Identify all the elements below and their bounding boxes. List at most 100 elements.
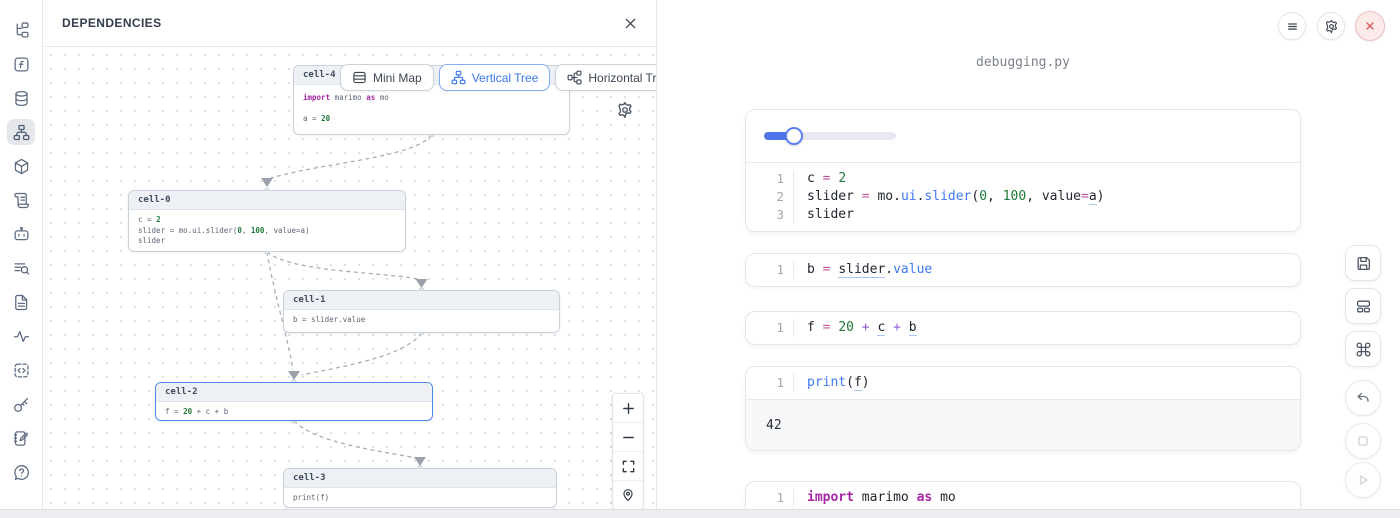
view-button-label: Mini Map [373,71,422,85]
close-icon [1363,19,1377,33]
chat-bot-icon [13,226,30,243]
node-title: cell-2 [156,383,432,402]
node-code: b = slider.value [284,310,559,331]
sidebar-item-scroll[interactable] [7,187,35,213]
code-editor[interactable]: 1b = slider.value [746,254,1300,286]
notebook-cell: 1b = slider.value [745,253,1301,287]
graph-settings-gear-icon[interactable] [616,101,634,119]
dependency-graph-icon [13,124,30,141]
line-number: 1 [746,489,794,507]
sidebar-item-help-chat[interactable] [7,459,35,485]
zoom-out-button[interactable] [613,423,643,452]
node-title: cell-3 [284,469,556,488]
graph-node-cell-0[interactable]: cell-0c = 2slider = mo.ui.slider(0, 100,… [128,190,406,252]
sidebar-item-key[interactable] [7,391,35,417]
panel-title: DEPENDENCIES [62,16,162,30]
help-chat-icon [13,464,30,481]
dependency-graph-canvas[interactable]: cell-4import marimo as moa = 20cell-0c =… [44,48,656,510]
save-button[interactable] [1345,245,1381,281]
snippet-icon [13,362,30,379]
view-button-label: Vertical Tree [472,71,539,85]
filename: debugging.py [745,55,1301,70]
code-line[interactable]: slider [794,206,854,224]
database-icon [13,90,30,107]
notebook-pen-icon [13,430,30,447]
view-button-vertical-tree[interactable]: Vertical Tree [439,64,551,91]
notebook-cell: 1f = 20 + c + b [745,311,1301,345]
code-line[interactable]: f = 20 + c + b [794,319,917,337]
code-line[interactable]: c = 2 [794,170,846,188]
save-icon [1355,255,1372,272]
sidebar-item-list-search[interactable] [7,255,35,281]
sidebar-item-snippet[interactable] [7,357,35,383]
undo-button[interactable] [1345,380,1381,416]
close-icon[interactable] [623,16,638,31]
zoom-in-button[interactable] [613,394,643,423]
graph-node-cell-1[interactable]: cell-1b = slider.value [283,290,560,333]
notebook-settings-button[interactable] [1317,12,1345,40]
slider-thumb[interactable] [785,127,803,145]
fit-view-button[interactable] [613,452,643,481]
activity-icon [13,328,30,345]
graph-node-cell-2[interactable]: cell-2f = 20 + c + b [155,382,433,421]
sidebar-item-function[interactable] [7,51,35,77]
view-button-label: Horizontal Tree [588,71,656,85]
sidebar-item-activity[interactable] [7,323,35,349]
sidebar-item-notebook-pen[interactable] [7,425,35,451]
undo-icon [1355,390,1371,406]
node-title: cell-0 [129,191,405,210]
node-code: f = 20 + c + b [156,402,432,421]
package-icon [13,158,30,175]
command-palette-button[interactable] [1345,331,1381,367]
line-number: 1 [746,319,794,337]
cell-output: 42 [746,399,1300,450]
code-editor[interactable]: 1c = 22slider = mo.ui.slider(0, 100, val… [746,163,1300,231]
sidebar-item-dependency-graph[interactable] [7,119,35,145]
center-selection-button[interactable] [613,481,643,509]
notebook-cell: 1print(f) 42 [745,366,1301,451]
sidebar-item-file-text[interactable] [7,289,35,315]
dependencies-header: DEPENDENCIES [44,0,656,47]
status-bar [0,509,1400,518]
code-editor[interactable]: 1print(f) [746,367,1300,399]
node-code: c = 2slider = mo.ui.slider(0, 100, value… [129,210,405,252]
file-tree-icon [13,22,30,39]
stop-icon [1355,433,1371,449]
graph-node-cell-3[interactable]: cell-3print(f) [283,468,557,508]
mini-map-icon [352,70,367,85]
sidebar-item-chat-bot[interactable] [7,221,35,247]
code-line[interactable]: print(f) [794,374,870,392]
node-code: import marimo as moa = 20 [294,85,569,134]
slider-widget[interactable] [764,132,896,140]
zoom-controls [612,393,644,510]
command-icon [1355,341,1372,358]
line-number: 2 [746,188,794,206]
sidebar-item-file-tree[interactable] [7,17,35,43]
gear-icon [1324,19,1339,34]
cell-output-slider [746,110,1300,163]
left-sidebar [0,0,43,510]
dependencies-panel: DEPENDENCIES [44,0,657,510]
key-icon [13,396,30,413]
code-editor[interactable]: 1f = 20 + c + b [746,312,1300,344]
run-button[interactable] [1345,462,1381,498]
view-button-horizontal-tree[interactable]: Horizontal Tree [555,64,656,91]
sidebar-item-package[interactable] [7,153,35,179]
line-number: 1 [746,261,794,279]
menu-button[interactable] [1278,12,1306,40]
line-number: 1 [746,374,794,392]
vertical-tree-icon [451,70,466,85]
code-line[interactable]: b = slider.value [794,261,932,279]
marimo-app: DEPENDENCIES [0,0,1400,518]
view-button-mini-map[interactable]: Mini Map [340,64,434,91]
shutdown-button[interactable] [1355,11,1385,41]
node-title: cell-1 [284,291,559,310]
stop-button[interactable] [1345,423,1381,459]
sidebar-item-database[interactable] [7,85,35,111]
code-line[interactable]: import marimo as mo [794,489,956,507]
horizontal-tree-icon [567,70,582,85]
code-line[interactable]: slider = mo.ui.slider(0, 100, value=a) [794,188,1104,206]
layout-button[interactable] [1345,288,1381,324]
graph-view-toolbar: Mini Map Vertical Tree Horizontal Tree [340,64,656,91]
scroll-icon [13,192,30,209]
